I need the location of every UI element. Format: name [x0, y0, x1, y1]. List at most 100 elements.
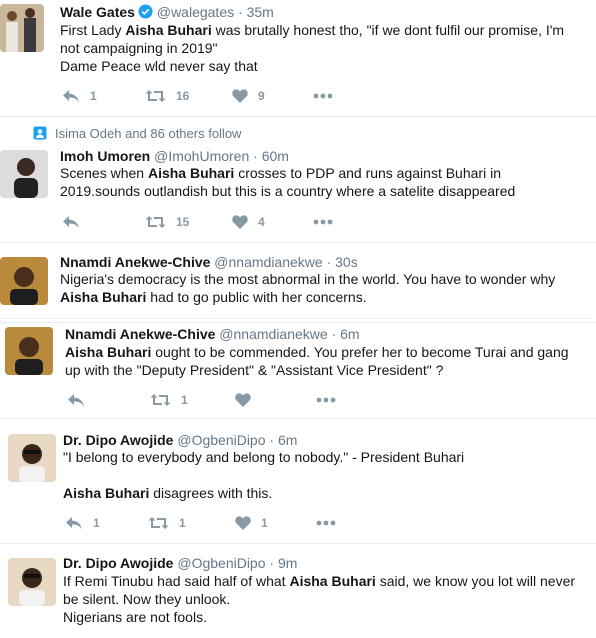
timestamp-value: 30s: [335, 254, 358, 270]
avatar[interactable]: [8, 434, 56, 482]
tweet-header: Imoh Umoren @ImohUmoren · 60m: [60, 147, 289, 165]
reply-icon: [62, 215, 80, 229]
reply-button[interactable]: [62, 212, 90, 232]
reply-icon: [65, 516, 83, 530]
highlighted-keyword: Aisha Buhari: [65, 344, 152, 360]
like-button[interactable]: 4: [232, 212, 265, 232]
tweet-text-segment: had to go public with her concerns.: [146, 289, 367, 305]
tweet-card[interactable]: Isima Odeh and 86 others follow Imoh Umo…: [0, 117, 596, 243]
heart-icon: [232, 215, 248, 229]
tweet-text: First Lady Aisha Buhari was brutally hon…: [60, 21, 590, 75]
timestamp-value: 35m: [246, 4, 274, 20]
username[interactable]: @OgbeniDipo: [177, 432, 265, 448]
reply-button[interactable]: 1: [62, 86, 97, 106]
display-name[interactable]: Nnamdi Anekwe-Chive: [65, 326, 215, 342]
more-dots-icon: [313, 219, 333, 225]
username[interactable]: @walegates: [157, 4, 234, 20]
tweet-header: Dr. Dipo Awojide @OgbeniDipo · 6m: [63, 431, 297, 449]
username[interactable]: @ImohUmoren: [154, 148, 249, 164]
username[interactable]: @OgbeniDipo: [177, 555, 265, 571]
display-name[interactable]: Dr. Dipo Awojide: [63, 555, 173, 571]
reply-count: 1: [93, 516, 100, 530]
avatar[interactable]: [0, 257, 48, 305]
timestamp[interactable]: · 60m: [253, 148, 289, 164]
display-name[interactable]: Imoh Umoren: [60, 148, 150, 164]
retweet-count: 15: [176, 215, 190, 229]
avatar[interactable]: [5, 327, 53, 375]
tweet-card[interactable]: Nnamdi Anekwe-Chive @nnamdianekwe · 6m A…: [0, 322, 596, 419]
more-dots-icon: [316, 520, 336, 526]
heart-icon: [235, 516, 251, 530]
like-count: 9: [258, 89, 265, 103]
like-button[interactable]: [235, 390, 261, 410]
highlighted-keyword: Aisha Buhari: [125, 22, 212, 38]
more-options-button[interactable]: [316, 513, 336, 533]
display-name[interactable]: Dr. Dipo Awojide: [63, 432, 173, 448]
follow-context-icon: [33, 126, 47, 143]
retweet-icon: [150, 393, 171, 407]
highlighted-keyword: Aisha Buhari: [60, 289, 147, 305]
timestamp[interactable]: · 30s: [327, 254, 358, 270]
tweet-text-segment: If Remi Tinubu had said half of what: [63, 573, 290, 589]
heart-icon: [235, 393, 251, 407]
display-name[interactable]: Nnamdi Anekwe-Chive: [60, 254, 210, 270]
timestamp[interactable]: · 6m: [332, 326, 360, 342]
display-name[interactable]: Wale Gates: [60, 4, 135, 20]
tweet-header: Nnamdi Anekwe-Chive @nnamdianekwe · 30s: [60, 253, 358, 271]
retweet-button[interactable]: 1: [148, 513, 186, 533]
tweet-actions: 15 4: [60, 212, 360, 232]
more-options-button[interactable]: [316, 390, 336, 410]
like-count: 1: [261, 516, 268, 530]
tweet-text: Nigeria's democracy is the most abnormal…: [60, 270, 585, 306]
tweet-card[interactable]: Wale Gates @walegates · 35m First Lady A…: [0, 0, 596, 117]
reply-icon: [67, 393, 85, 407]
retweet-icon: [145, 89, 166, 103]
tweet-text-segment: disagrees with this.: [149, 485, 273, 501]
tweet-text: "I belong to everybody and belong to nob…: [63, 448, 588, 502]
reply-count: 1: [90, 89, 97, 103]
tweet-header: Wale Gates @walegates · 35m: [60, 3, 274, 23]
tweet-actions: 1 16 9: [60, 86, 360, 106]
tweet-text-segment: "I belong to everybody and belong to nob…: [63, 449, 465, 465]
tweet-header: Dr. Dipo Awojide @OgbeniDipo · 9m: [63, 554, 297, 572]
timestamp-value: 6m: [340, 326, 360, 342]
tweet-actions: 1: [65, 390, 365, 410]
tweet-text: If Remi Tinubu had said half of what Ais…: [63, 572, 593, 626]
tweet-card[interactable]: Dr. Dipo Awojide @OgbeniDipo · 9m If Rem…: [0, 544, 596, 638]
tweet-header: Nnamdi Anekwe-Chive @nnamdianekwe · 6m: [65, 325, 360, 343]
tweet-card[interactable]: Dr. Dipo Awojide @OgbeniDipo · 6m "I bel…: [0, 420, 596, 544]
timestamp[interactable]: · 9m: [269, 555, 297, 571]
tweet-actions: 1 1 1: [63, 513, 363, 533]
timestamp-value: 9m: [277, 555, 298, 571]
tweet-text-segment: Nigeria's democracy is the most abnormal…: [60, 271, 556, 287]
like-button[interactable]: 1: [235, 513, 268, 533]
more-options-button[interactable]: [313, 86, 333, 106]
retweet-button[interactable]: 1: [150, 390, 188, 410]
username[interactable]: @nnamdianekwe: [214, 254, 322, 270]
retweet-button[interactable]: 16: [145, 86, 189, 106]
social-context[interactable]: Isima Odeh and 86 others follow: [33, 126, 241, 143]
more-dots-icon: [313, 93, 333, 99]
reply-button[interactable]: 1: [65, 513, 100, 533]
more-options-button[interactable]: [313, 212, 333, 232]
retweet-icon: [145, 215, 166, 229]
avatar[interactable]: [0, 150, 48, 198]
retweet-count: 1: [179, 516, 186, 530]
username[interactable]: @nnamdianekwe: [219, 326, 327, 342]
retweet-button[interactable]: 15: [145, 212, 189, 232]
timestamp-value: 60m: [261, 148, 289, 164]
timestamp[interactable]: · 6m: [269, 432, 297, 448]
highlighted-keyword: Aisha Buhari: [147, 165, 235, 181]
timestamp-value: 6m: [277, 432, 298, 448]
reply-button[interactable]: [67, 390, 95, 410]
social-context-text: Isima Odeh and 86 others follow: [55, 126, 242, 141]
timestamp[interactable]: · 35m: [238, 4, 274, 20]
retweet-icon: [148, 516, 169, 530]
avatar[interactable]: [0, 4, 44, 52]
avatar[interactable]: [8, 558, 56, 606]
tweet-text: Aisha Buhari ought to be commended. You …: [65, 343, 590, 379]
like-button[interactable]: 9: [232, 86, 265, 106]
tweet-card[interactable]: Nnamdi Anekwe-Chive @nnamdianekwe · 30s …: [0, 243, 590, 319]
highlighted-keyword: Aisha Buhari: [63, 485, 150, 501]
tweet-text: Scenes when Aisha Buhari crosses to PDP …: [60, 164, 590, 200]
